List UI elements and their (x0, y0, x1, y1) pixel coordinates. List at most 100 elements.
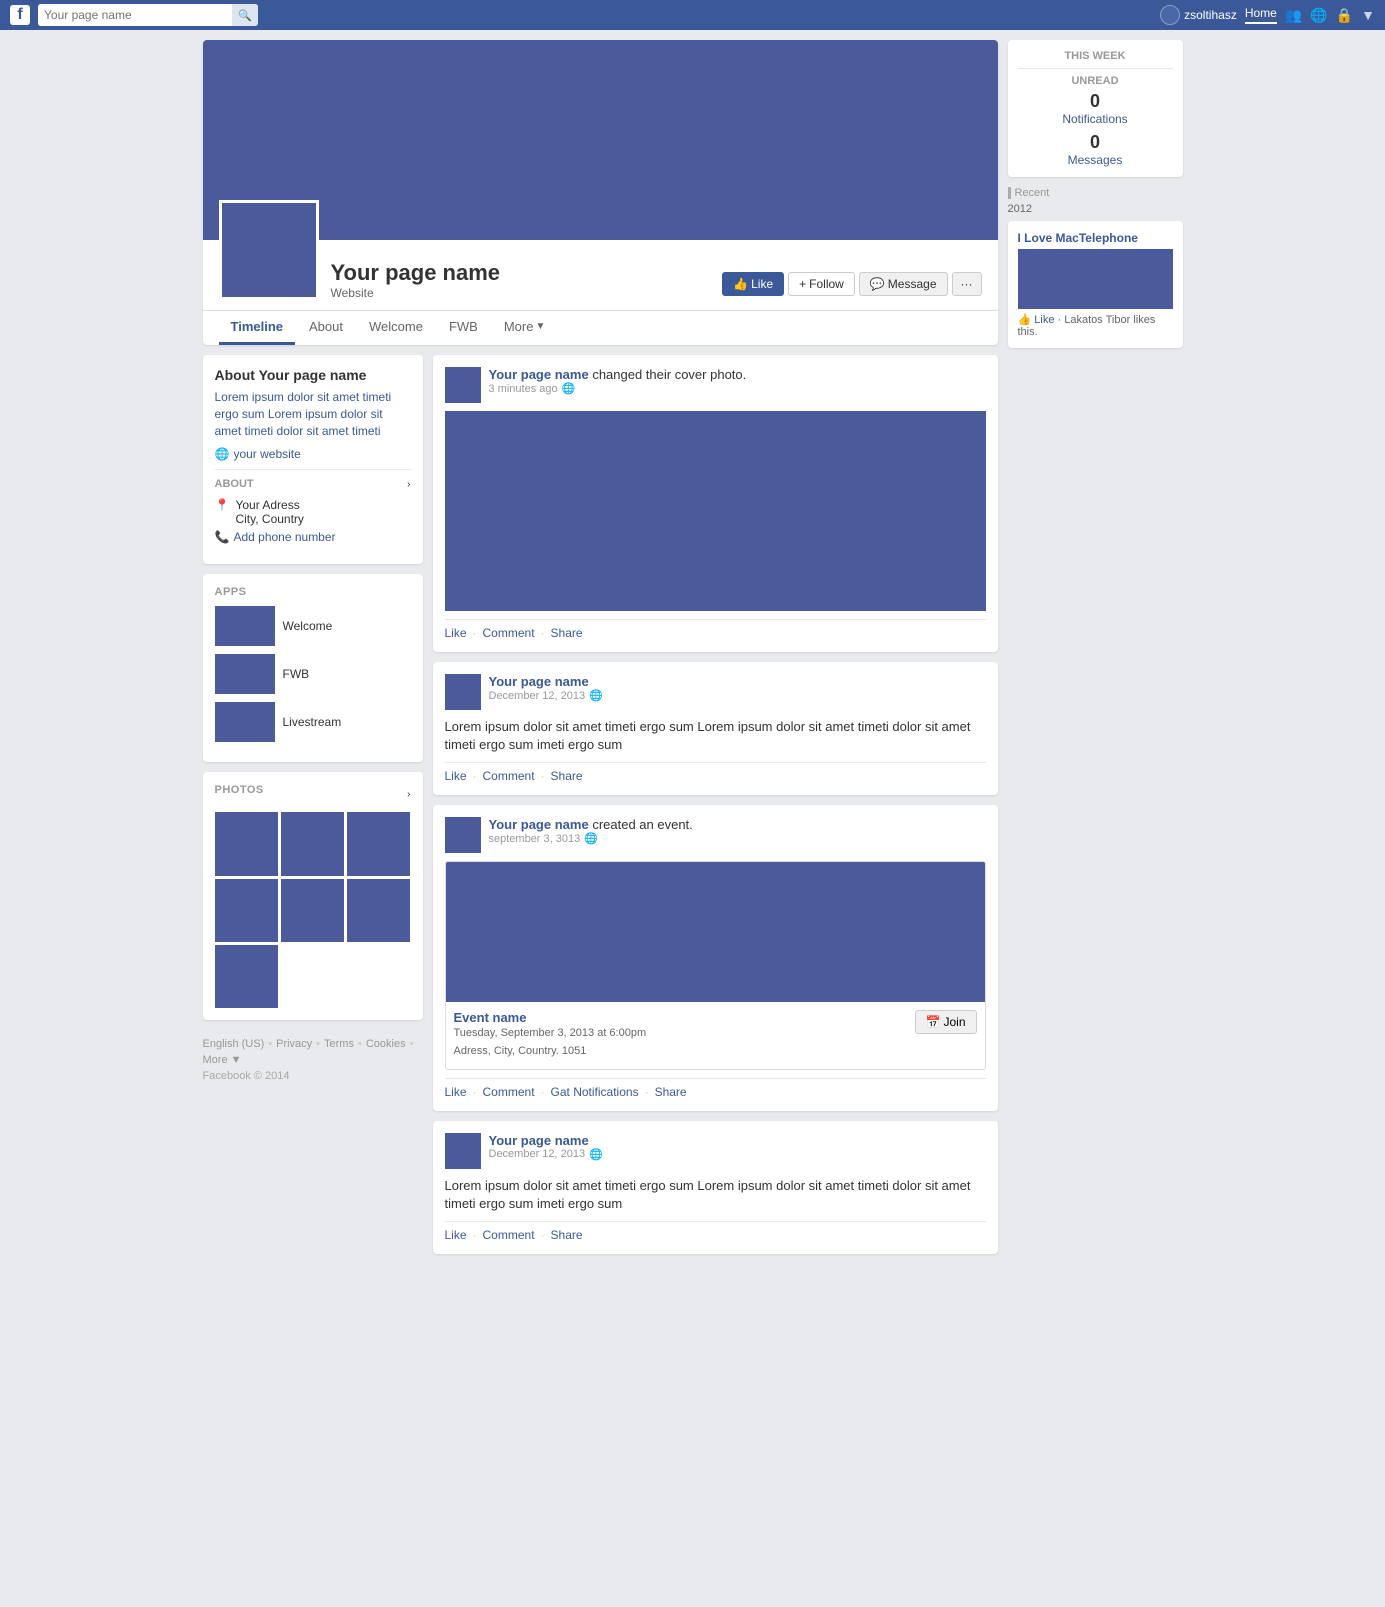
post-comment-3[interactable]: Comment (483, 1085, 535, 1099)
event-image[interactable] (446, 862, 985, 1002)
post-avatar-2 (445, 674, 481, 710)
follow-label: Follow (809, 277, 844, 291)
event-address: Adress, City, Country. 1051 (454, 1043, 647, 1061)
search-input[interactable] (38, 4, 232, 26)
divider-1 (1018, 68, 1173, 69)
post-share-2[interactable]: Share (551, 769, 583, 783)
recent-label: Recent (1008, 187, 1183, 199)
photo-thumb-5[interactable] (281, 879, 344, 942)
notifications-label[interactable]: Notifications (1018, 112, 1173, 126)
post-comment-2[interactable]: Comment (483, 769, 535, 783)
post-header-2: Your page name December 12, 2013 🌐 (445, 674, 986, 710)
post-like-3[interactable]: Like (445, 1085, 467, 1099)
cover-photo[interactable] (203, 40, 998, 240)
main-content: Your page name Website 👍 Like + Follow 💬… (203, 40, 998, 1264)
app-item-livestream[interactable]: Livestream (215, 702, 411, 742)
footer-cookies[interactable]: Cookies (366, 1038, 406, 1050)
map-pin-icon: 📍 (215, 498, 230, 526)
footer-english[interactable]: English (US) (203, 1038, 265, 1050)
sponsored-page-name[interactable]: I Love MacTelephone (1018, 231, 1173, 245)
sponsored-thumb[interactable] (1018, 249, 1173, 309)
profile-picture[interactable] (219, 200, 319, 300)
post-author-2[interactable]: Your page name (489, 674, 603, 689)
add-phone-button[interactable]: 📞 Add phone number (215, 530, 411, 544)
photo-thumb-6[interactable] (347, 879, 410, 942)
thumbs-up-icon: 👍 (733, 277, 748, 291)
apps-card: APPS Welcome FWB Livestream (203, 574, 423, 762)
photo-thumb-2[interactable] (281, 812, 344, 875)
post-like-1[interactable]: Like (445, 626, 467, 640)
nav-home[interactable]: Home (1245, 6, 1277, 24)
post-time-4: December 12, 2013 🌐 (489, 1148, 603, 1161)
cover-section: Your page name Website 👍 Like + Follow 💬… (203, 40, 998, 345)
globe-small-icon-3: 🌐 (584, 832, 598, 845)
join-button[interactable]: 📅 Join (915, 1010, 977, 1034)
post-image-1[interactable] (445, 411, 986, 611)
app-name-livestream: Livestream (283, 715, 342, 729)
calendar-icon: 📅 (926, 1015, 941, 1029)
photos-title: PHOTOS (215, 784, 264, 796)
notifications-count: 0 (1018, 91, 1173, 112)
message-icon: 💬 (870, 277, 885, 291)
about-card: About Your page name Lorem ipsum dolor s… (203, 355, 423, 564)
event-name[interactable]: Event name (454, 1010, 647, 1025)
post-meta-4: Your page name December 12, 2013 🌐 (489, 1133, 603, 1161)
footer-more[interactable]: More ▼ (203, 1054, 242, 1066)
message-label: Message (888, 277, 937, 291)
photo-thumb-1[interactable] (215, 812, 278, 875)
globe-icon[interactable]: 🌐 (1310, 7, 1327, 24)
more-tab-label: More (504, 319, 534, 334)
post-like-4[interactable]: Like (445, 1228, 467, 1242)
app-item-welcome[interactable]: Welcome (215, 606, 411, 646)
post-author-1[interactable]: Your page name (489, 367, 589, 382)
event-info-block: Event name Tuesday, September 3, 2013 at… (454, 1010, 647, 1060)
search-button[interactable]: 🔍 (232, 4, 258, 26)
tab-fwb[interactable]: FWB (437, 311, 490, 345)
post-time-2: December 12, 2013 🌐 (489, 689, 603, 702)
this-week-label: THIS WEEK (1018, 50, 1173, 62)
tab-timeline[interactable]: Timeline (219, 311, 296, 345)
post-like-2[interactable]: Like (445, 769, 467, 783)
post-time-text-3: september 3, 3013 (489, 833, 581, 845)
post-author-3[interactable]: Your page name (489, 817, 589, 832)
nav-user[interactable]: zsoltihasz (1160, 5, 1237, 25)
menu-icon[interactable]: ▼ (1361, 7, 1375, 23)
content-area: About Your page name Lorem ipsum dolor s… (203, 355, 998, 1264)
footer-terms[interactable]: Terms (324, 1038, 354, 1050)
photos-chevron-icon[interactable]: › (407, 789, 410, 800)
photo-thumb-3[interactable] (347, 812, 410, 875)
notifications-card: THIS WEEK UNREAD 0 Notifications 0 Messa… (1008, 40, 1183, 177)
post-actions-1: Like · Comment · Share (445, 619, 986, 640)
lock-icon[interactable]: 🔒 (1336, 7, 1353, 24)
post-time-text-2: December 12, 2013 (489, 690, 586, 702)
photo-thumb-4[interactable] (215, 879, 278, 942)
post-notifications-3[interactable]: Gat Notifications (551, 1085, 639, 1099)
follow-button[interactable]: + Follow (788, 272, 855, 296)
feed: Your page name changed their cover photo… (433, 355, 998, 1264)
post-author-4[interactable]: Your page name (489, 1133, 603, 1148)
footer-privacy[interactable]: Privacy (276, 1038, 312, 1050)
search-bar[interactable]: 🔍 (38, 4, 258, 26)
event-date: Tuesday, September 3, 2013 at 6:00pm (454, 1025, 647, 1043)
post-avatar-4 (445, 1133, 481, 1169)
post-share-3[interactable]: Share (655, 1085, 687, 1099)
about-text: Lorem ipsum dolor sit amet timeti ergo s… (215, 389, 411, 439)
website-link[interactable]: 🌐 your website (215, 447, 411, 461)
more-button[interactable]: ··· (952, 272, 982, 296)
post-comment-1[interactable]: Comment (483, 626, 535, 640)
app-item-fwb[interactable]: FWB (215, 654, 411, 694)
messages-label[interactable]: Messages (1018, 153, 1173, 167)
tab-about[interactable]: About (297, 311, 355, 345)
tab-more[interactable]: More ▼ (492, 311, 558, 345)
message-button[interactable]: 💬 Message (859, 272, 948, 296)
post-comment-4[interactable]: Comment (483, 1228, 535, 1242)
post-share-1[interactable]: Share (551, 626, 583, 640)
like-button[interactable]: 👍 Like (722, 272, 784, 296)
post-share-4[interactable]: Share (551, 1228, 583, 1242)
about-chevron-icon[interactable]: › (407, 479, 410, 490)
sponsored-like-button[interactable]: 👍 Like (1018, 314, 1055, 326)
photo-thumb-7[interactable] (215, 945, 278, 1008)
phone-icon: 📞 (215, 530, 230, 544)
friends-icon[interactable]: 👥 (1285, 7, 1302, 24)
tab-welcome[interactable]: Welcome (357, 311, 435, 345)
